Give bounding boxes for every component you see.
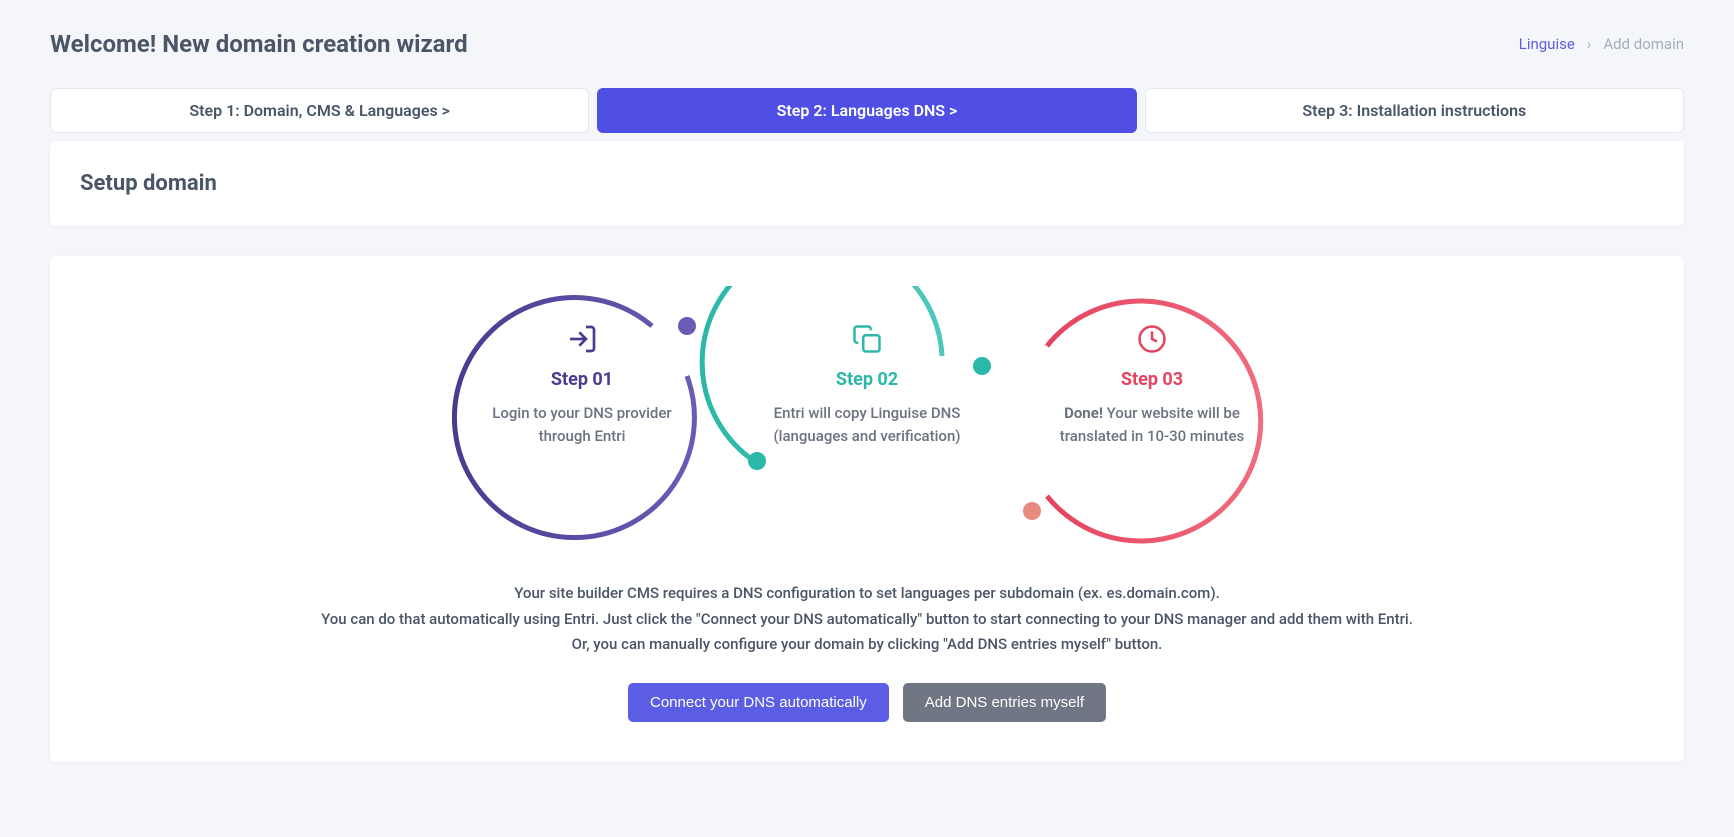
diagram-step-1-desc: Login to your DNS provider through Entri [472, 402, 692, 447]
steps-diagram: Step 01 Login to your DNS provider throu… [452, 286, 1282, 556]
diagram-step-2-desc: Entri will copy Linguise DNS (languages … [757, 402, 977, 447]
chevron-right-icon: › [1587, 35, 1592, 53]
connect-dns-button[interactable]: Connect your DNS automatically [628, 683, 889, 722]
add-dns-myself-button[interactable]: Add DNS entries myself [903, 683, 1106, 722]
diagram-step-3-desc: Done! Your website will be translated in… [1042, 402, 1262, 447]
description-text: Your site builder CMS requires a DNS con… [267, 581, 1467, 658]
wizard-tabs: Step 1: Domain, CMS & Languages > Step 2… [50, 88, 1684, 133]
diagram-step-1-label: Step 01 [472, 369, 692, 390]
tab-step-2[interactable]: Step 2: Languages DNS > [597, 88, 1136, 133]
login-icon [472, 321, 692, 357]
tab-step-1[interactable]: Step 1: Domain, CMS & Languages > [50, 88, 589, 133]
clock-icon [1042, 321, 1262, 357]
tab-step-3[interactable]: Step 3: Installation instructions [1145, 88, 1684, 133]
copy-icon [757, 321, 977, 357]
breadcrumb: Linguise › Add domain [1519, 35, 1684, 53]
setup-domain-panel: Setup domain [50, 141, 1684, 226]
panel-title: Setup domain [80, 171, 1654, 196]
breadcrumb-root-link[interactable]: Linguise [1519, 35, 1575, 53]
content-panel: Step 01 Login to your DNS provider throu… [50, 256, 1684, 762]
page-title: Welcome! New domain creation wizard [50, 30, 468, 58]
diagram-step-3-label: Step 03 [1042, 369, 1262, 390]
diagram-step-2-label: Step 02 [757, 369, 977, 390]
breadcrumb-current: Add domain [1603, 35, 1684, 53]
